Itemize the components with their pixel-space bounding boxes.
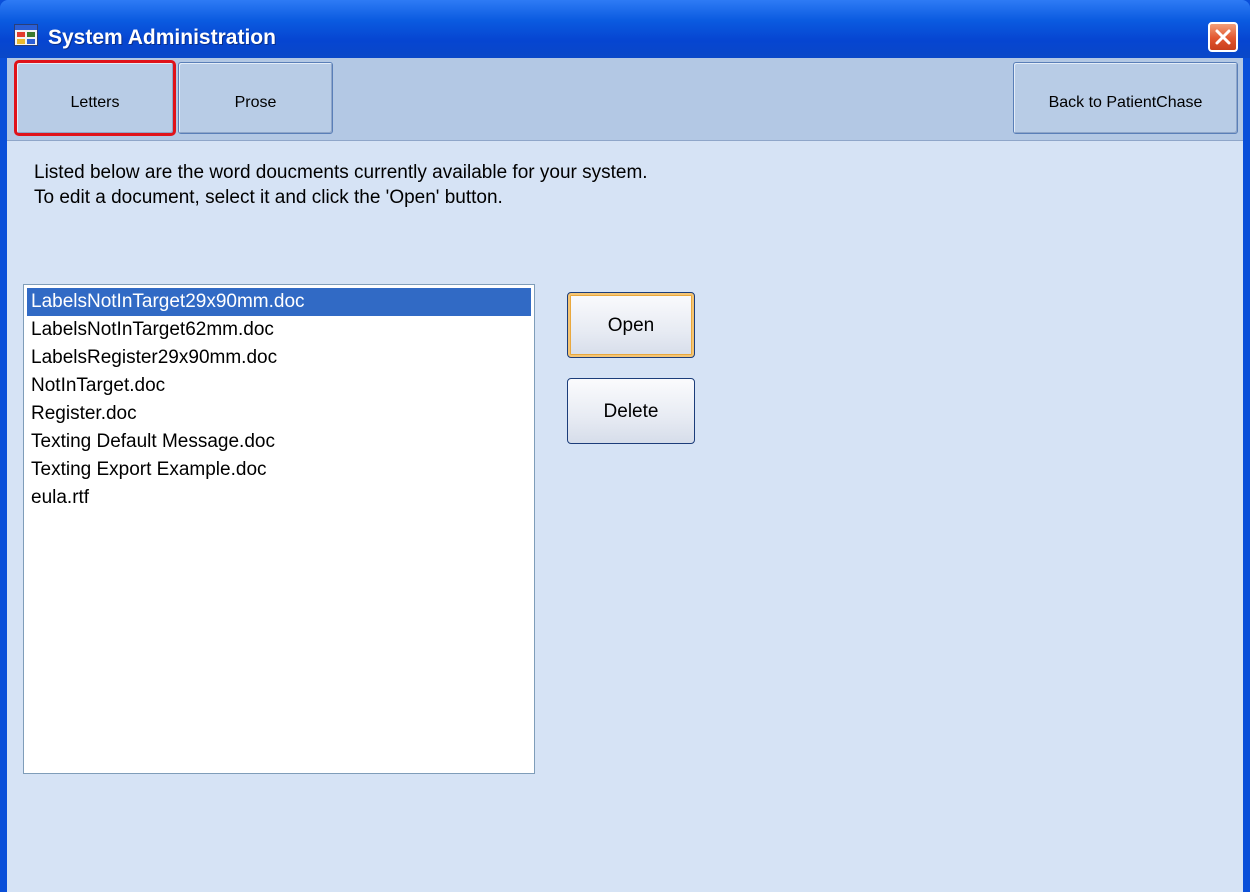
client-area: Letters Prose Back to PatientChase Liste… <box>7 58 1243 892</box>
system-administration-window: System Administration Letters Prose Back… <box>0 0 1250 892</box>
delete-button-label: Delete <box>603 401 659 422</box>
title-bar: System Administration <box>0 0 1250 58</box>
list-item[interactable]: eula.rtf <box>27 484 531 512</box>
open-button[interactable]: Open <box>567 292 695 358</box>
list-item[interactable]: LabelsRegister29x90mm.doc <box>27 344 531 372</box>
back-to-patientchase-button[interactable]: Back to PatientChase <box>1013 62 1238 134</box>
list-item[interactable]: Register.doc <box>27 400 531 428</box>
letters-tab-label: Letters <box>70 94 120 111</box>
list-item[interactable]: Texting Default Message.doc <box>27 428 531 456</box>
back-button-label: Back to PatientChase <box>1048 94 1203 111</box>
prose-tab-button[interactable]: Prose <box>178 62 333 134</box>
list-item[interactable]: LabelsNotInTarget29x90mm.doc <box>27 288 531 316</box>
close-button[interactable] <box>1208 22 1238 52</box>
list-item[interactable]: LabelsNotInTarget62mm.doc <box>27 316 531 344</box>
close-icon <box>1215 29 1231 45</box>
window-title: System Administration <box>48 26 276 49</box>
list-item[interactable]: NotInTarget.doc <box>27 372 531 400</box>
open-button-label: Open <box>607 315 655 336</box>
list-item[interactable]: Texting Export Example.doc <box>27 456 531 484</box>
toolbar: Letters Prose Back to PatientChase <box>7 58 1243 141</box>
instructions: Listed below are the word doucments curr… <box>34 160 648 210</box>
instruction-line-2: To edit a document, select it and click … <box>34 187 503 208</box>
instruction-line-1: Listed below are the word doucments curr… <box>34 162 648 183</box>
app-icon <box>14 24 38 46</box>
document-list[interactable]: LabelsNotInTarget29x90mm.doc LabelsNotIn… <box>23 284 535 774</box>
letters-tab-button[interactable]: Letters <box>14 60 176 136</box>
prose-tab-label: Prose <box>234 94 277 111</box>
delete-button[interactable]: Delete <box>567 378 695 444</box>
